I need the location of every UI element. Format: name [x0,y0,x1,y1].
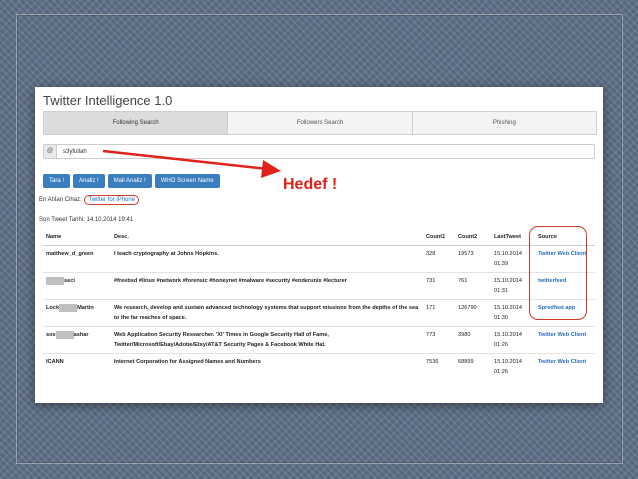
cell-count1: 7536 [423,353,455,380]
table-row: sos ashar Web Application Security Researc… [43,326,595,354]
cell-count2: 761 [455,272,491,300]
search-value[interactable]: s3yfullah [63,149,87,155]
table-row: Lock Martin We research, develop and susta… [43,299,595,327]
cell-count1: 171 [423,299,455,327]
col-count2-header: Count2 [455,229,491,246]
cell-lasttweet: 15.10.2014 01:26 [491,353,535,380]
cell-count2: 19573 [455,245,491,273]
name-prefix: ICANN [46,359,64,365]
cell-desc: Web Application Security Researcher. 'XI… [111,326,423,354]
cell-name: seci [43,272,111,300]
who-screen-name-button[interactable]: WHO Screen Name [154,174,220,188]
source-highlight-ring [529,226,587,320]
cell-name: Lock Martin [43,299,111,327]
name-prefix: matthew_d_green [46,251,94,257]
name-suffix: ashar [73,332,89,338]
cell-source[interactable]: Twitter Web Client [535,353,595,380]
action-buttons: Tara ! Analiz ! Mail Analiz ! WHO Screen… [43,174,220,188]
cell-desc: We research, develop and sustain advance… [111,299,423,327]
app-title: Twitter Intelligence 1.0 [43,93,173,108]
table-row: matthew_d_green I teach cryptography at J… [43,245,595,273]
tab-following-search[interactable]: Following Search [44,112,229,134]
last-tweet-value: 14.10.2014 19:41 [86,217,134,223]
tab-followers-search[interactable]: Followers Search [228,112,413,134]
cell-count2: 126790 [455,299,491,327]
app-panel: Twitter Intelligence 1.0 Following Searc… [35,87,603,403]
cell-name: ICANN [43,353,111,380]
last-tweet-label: Son Tweet Tarihi: [39,217,85,223]
at-prefix: @ [44,145,57,158]
cell-desc: #freebsd #linux #network #forensic #hone… [111,272,423,300]
col-desc-header: Desc. [111,229,423,246]
cell-source[interactable]: Twitter Web Client [535,326,595,354]
tab-bar: Following Search Followers Search Phishi… [43,111,597,135]
device-label: En Atılan Cihaz: [39,197,82,203]
name-prefix: Lock [46,305,60,311]
hedef-annotation: Hedef ! [283,176,338,193]
device-value-link[interactable]: Twitter for iPhone [84,195,140,205]
name-suffix: Martin [77,305,94,311]
table-row: seci #freebsd #linux #network #forensic #… [43,272,595,300]
cell-name: matthew_d_green [43,245,111,273]
name-suffix: seci [64,278,75,284]
device-info: En Atılan Cihaz: Twitter for iPhone [39,195,140,205]
cell-count2: 68899 [455,353,491,380]
col-name-header: Name [43,229,111,246]
cell-count2: 3980 [455,326,491,354]
tara-button[interactable]: Tara ! [43,174,71,188]
results-table: Name Desc. Count1 Count2 LastTweet Sourc… [43,229,595,380]
redacted-block [46,276,64,285]
tab-phishing[interactable]: Phishing [413,112,596,134]
cell-count1: 328 [423,245,455,273]
cell-desc: Internet Corporation for Assigned Names … [111,353,423,380]
table-header-row: Name Desc. Count1 Count2 LastTweet Sourc… [43,229,595,246]
last-tweet-info: Son Tweet Tarihi: 14.10.2014 19:41 [39,217,133,223]
name-prefix: sos [46,332,56,338]
cell-name: sos ashar [43,326,111,354]
col-count1-header: Count1 [423,229,455,246]
cell-count1: 731 [423,272,455,300]
redacted-block [55,330,74,339]
cell-lasttweet: 15.10.2014 01:26 [491,326,535,354]
table-row: ICANN Internet Corporation for Assigned N… [43,353,595,380]
mail-analiz-button[interactable]: Mail Analiz ! [107,174,152,188]
cell-count1: 773 [423,326,455,354]
cell-desc: I teach cryptography at Johns Hopkins. [111,245,423,273]
analiz-button[interactable]: Analiz ! [73,174,105,188]
redacted-block [59,303,78,312]
